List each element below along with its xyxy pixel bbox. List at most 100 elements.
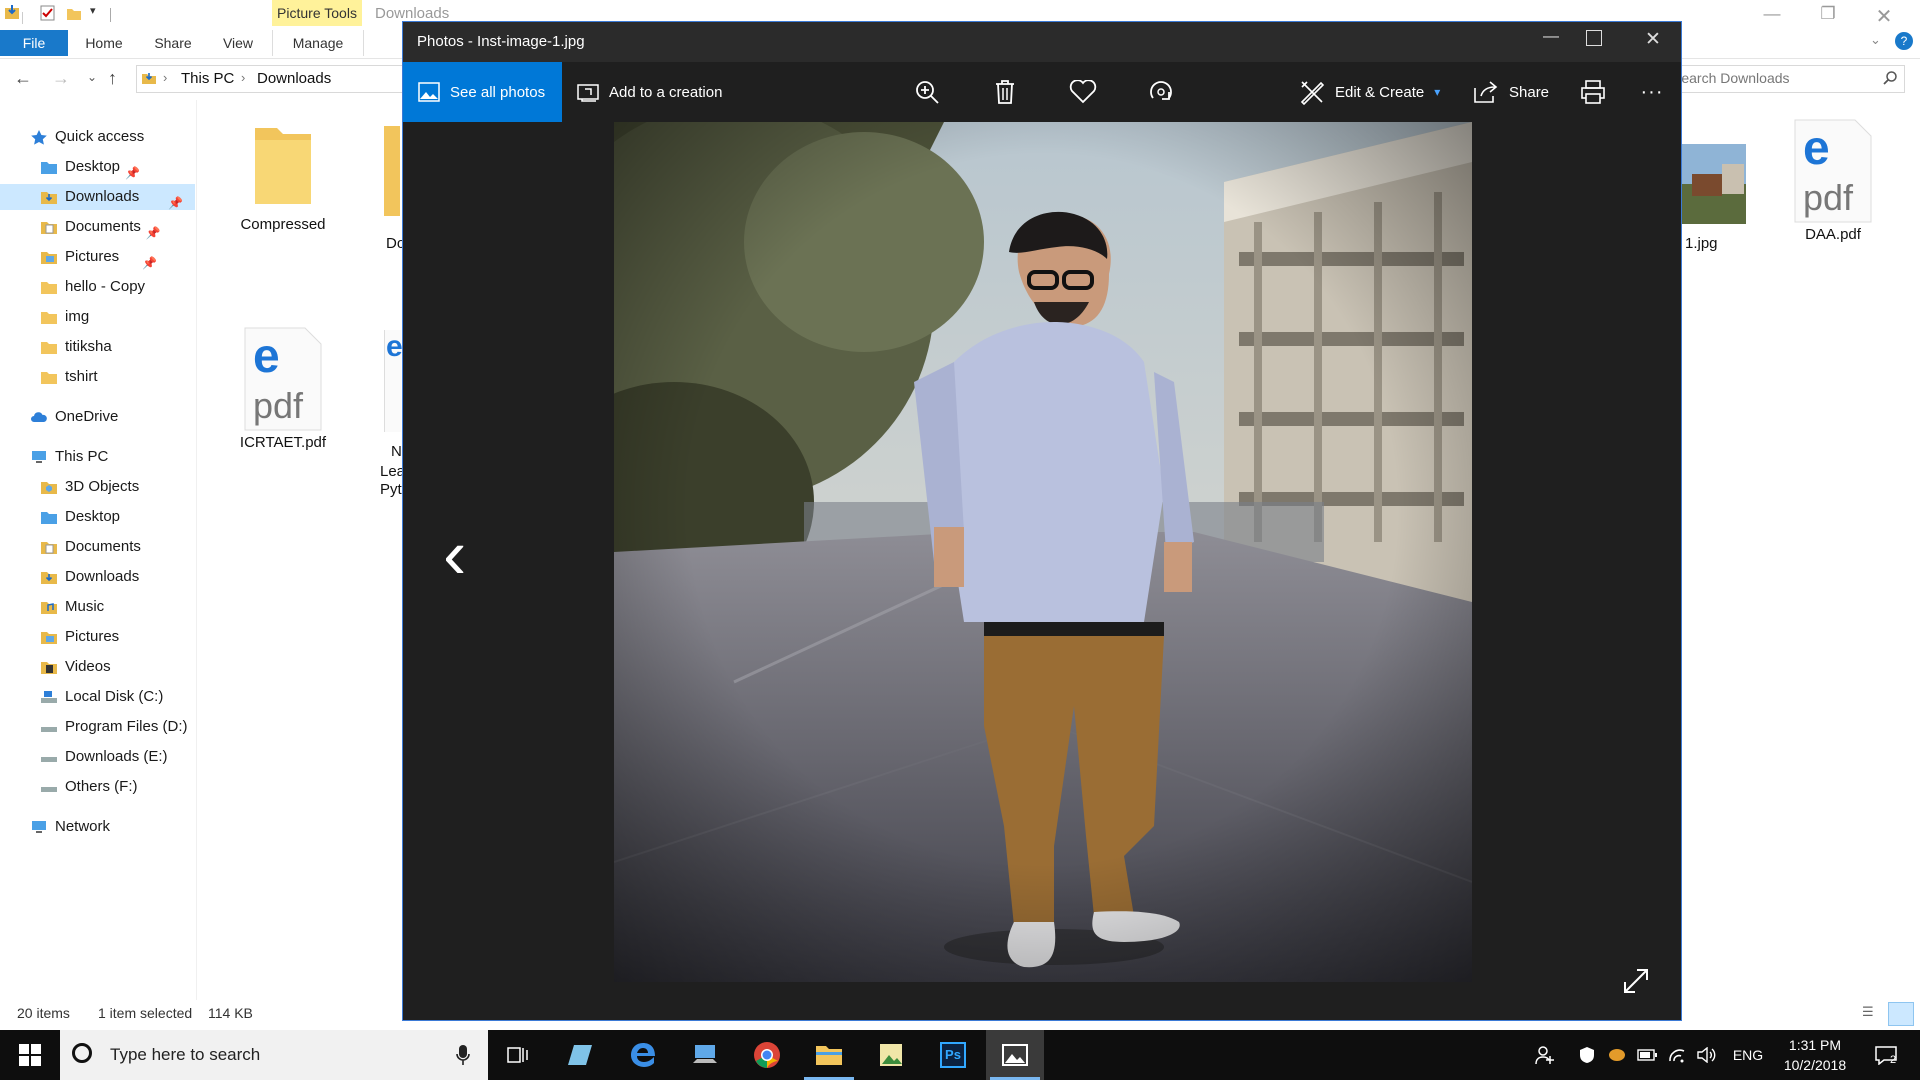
nav-pc-local-disk-c[interactable]: Local Disk (C:) bbox=[40, 684, 163, 710]
partial-folder-icon[interactable] bbox=[384, 126, 400, 216]
explorer-close-button[interactable]: ✕ bbox=[1864, 4, 1904, 28]
help-icon[interactable]: ? bbox=[1895, 32, 1913, 50]
file-explorer-taskbar-icon[interactable] bbox=[800, 1030, 858, 1080]
pin-icon[interactable]: 📌 bbox=[142, 250, 157, 276]
photos-minimize-button[interactable]: — bbox=[1531, 28, 1571, 46]
nav-pc-documents[interactable]: Documents bbox=[40, 534, 141, 560]
search-box[interactable]: Search Downloads bbox=[1672, 65, 1905, 93]
wifi-icon[interactable] bbox=[1664, 1030, 1690, 1080]
edge-logo: e bbox=[253, 330, 280, 383]
photos-maximize-button[interactable] bbox=[1586, 30, 1602, 46]
edge-browser-icon[interactable] bbox=[614, 1030, 672, 1080]
pin-icon[interactable]: 📌 bbox=[146, 220, 161, 246]
breadcrumb-downloads[interactable]: Downloads bbox=[257, 70, 331, 87]
add-to-creation-button[interactable]: Add to a creation bbox=[577, 62, 722, 122]
up-arrow-icon[interactable]: ↑ bbox=[108, 68, 117, 89]
nav-quick-downloads[interactable]: Downloads 📌 bbox=[0, 184, 195, 210]
nav-quick-img[interactable]: img bbox=[40, 304, 89, 330]
system-clock[interactable]: 1:31 PM 10/2/2018 bbox=[1770, 1030, 1860, 1080]
qat-folder-icon[interactable] bbox=[4, 4, 20, 24]
see-all-photos-button[interactable]: See all photos bbox=[403, 62, 562, 122]
nav-onedrive[interactable]: OneDrive bbox=[30, 404, 118, 430]
nav-pc-downloads[interactable]: Downloads bbox=[40, 564, 139, 590]
share-button[interactable]: Share bbox=[1473, 62, 1549, 122]
zoom-icon[interactable] bbox=[909, 74, 945, 110]
nav-pc-3d-objects[interactable]: 3D Objects bbox=[40, 474, 139, 500]
photos-close-button[interactable]: ✕ bbox=[1633, 28, 1673, 51]
nav-pc-program-files-d[interactable]: Program Files (D:) bbox=[40, 714, 188, 740]
partial-pdf-icon[interactable]: e bbox=[384, 330, 403, 432]
file-compressed-folder[interactable]: Compressed bbox=[228, 120, 338, 233]
tab-view[interactable]: View bbox=[210, 30, 266, 56]
file-icrtaet-pdf[interactable]: e pdf ICRTAET.pdf bbox=[228, 326, 338, 451]
computer-app-icon[interactable] bbox=[676, 1030, 734, 1080]
ribbon-expand-icon[interactable]: ⌄ bbox=[1870, 32, 1881, 48]
nav-label: OneDrive bbox=[55, 408, 119, 425]
blue-app-icon[interactable] bbox=[552, 1030, 610, 1080]
app-tray-icon[interactable] bbox=[1604, 1030, 1630, 1080]
pin-icon[interactable]: 📌 bbox=[168, 190, 183, 216]
tab-share[interactable]: Share bbox=[143, 30, 203, 56]
photos-taskbar-icon[interactable] bbox=[986, 1030, 1044, 1080]
notification-count-badge: 2 bbox=[1890, 1054, 1897, 1066]
photoshop-icon[interactable]: Ps bbox=[924, 1030, 982, 1080]
nav-pc-music[interactable]: Music bbox=[40, 594, 104, 620]
security-shield-icon[interactable] bbox=[1574, 1030, 1600, 1080]
rotate-icon[interactable] bbox=[1143, 74, 1179, 110]
nav-quick-pictures[interactable]: Pictures 📌 bbox=[40, 244, 157, 270]
file-daa-pdf[interactable]: e pdf DAA.pdf bbox=[1778, 118, 1888, 243]
windows-drive-icon bbox=[40, 689, 58, 705]
explorer-minimize-button[interactable]: — bbox=[1752, 4, 1792, 26]
nav-quick-desktop[interactable]: Desktop 📌 bbox=[40, 154, 140, 180]
volume-icon[interactable] bbox=[1694, 1030, 1720, 1080]
nav-network[interactable]: Network bbox=[30, 814, 110, 840]
more-options-button[interactable]: ··· bbox=[1634, 74, 1670, 110]
search-icon[interactable] bbox=[1882, 70, 1898, 86]
nav-pc-pictures[interactable]: Pictures bbox=[40, 624, 119, 650]
nav-pc-others-f[interactable]: Others (F:) bbox=[40, 774, 138, 800]
image-viewer-taskbar-icon[interactable] bbox=[862, 1030, 920, 1080]
battery-icon[interactable] bbox=[1634, 1030, 1660, 1080]
start-button[interactable] bbox=[0, 1030, 60, 1080]
recent-locations-icon[interactable]: ⌄ bbox=[87, 70, 97, 84]
details-view-icon[interactable]: ☰ bbox=[1862, 1004, 1880, 1022]
properties-icon[interactable] bbox=[40, 4, 56, 24]
input-language[interactable]: ENG bbox=[1728, 1030, 1768, 1080]
tab-file[interactable]: File bbox=[0, 30, 68, 56]
nav-quick-titiksha[interactable]: titiksha bbox=[40, 334, 112, 360]
print-icon[interactable] bbox=[1575, 74, 1611, 110]
pin-icon[interactable]: 📌 bbox=[125, 160, 140, 186]
nav-quick-access[interactable]: Quick access bbox=[30, 124, 144, 150]
see-all-photos-label: See all photos bbox=[450, 83, 546, 101]
chrome-browser-icon[interactable] bbox=[738, 1030, 796, 1080]
qat-customize-icon[interactable]: ▾ bbox=[90, 4, 96, 24]
fullscreen-icon[interactable] bbox=[1623, 968, 1649, 994]
task-view-icon[interactable] bbox=[490, 1030, 548, 1080]
address-bar[interactable]: › This PC › Downloads bbox=[136, 65, 403, 93]
forward-arrow-icon[interactable]: → bbox=[52, 68, 70, 89]
nav-quick-documents[interactable]: Documents 📌 bbox=[40, 214, 161, 240]
edit-create-button[interactable]: Edit & Create ▾ bbox=[1299, 62, 1440, 122]
nav-this-pc[interactable]: This PC bbox=[30, 444, 108, 470]
favorite-heart-icon[interactable] bbox=[1065, 74, 1101, 110]
taskbar-search-box[interactable]: Type here to search bbox=[60, 1030, 488, 1080]
delete-icon[interactable] bbox=[987, 74, 1023, 110]
nav-pc-downloads-e[interactable]: Downloads (E:) bbox=[40, 744, 168, 770]
nav-quick-hello-copy[interactable]: hello - Copy bbox=[40, 274, 145, 300]
previous-photo-arrow[interactable]: ‹ bbox=[443, 519, 466, 589]
tab-home[interactable]: Home bbox=[74, 30, 134, 56]
breadcrumb-this-pc[interactable]: This PC bbox=[181, 70, 234, 87]
tab-manage[interactable]: Manage bbox=[272, 30, 364, 56]
explorer-restore-button[interactable]: ❐ bbox=[1808, 4, 1848, 26]
nav-pc-desktop[interactable]: Desktop bbox=[40, 504, 120, 530]
microphone-icon[interactable] bbox=[456, 1044, 470, 1066]
back-arrow-icon[interactable]: ← bbox=[14, 68, 32, 89]
new-folder-icon[interactable] bbox=[66, 4, 82, 24]
nav-quick-tshirt[interactable]: tshirt bbox=[40, 364, 98, 390]
large-icons-view-icon[interactable] bbox=[1888, 1002, 1914, 1026]
action-center-icon[interactable]: 2 bbox=[1866, 1030, 1906, 1080]
jpg-thumbnail[interactable] bbox=[1682, 144, 1746, 224]
nav-label: Music bbox=[65, 598, 105, 615]
people-icon[interactable] bbox=[1530, 1030, 1560, 1080]
nav-pc-videos[interactable]: Videos bbox=[40, 654, 111, 680]
